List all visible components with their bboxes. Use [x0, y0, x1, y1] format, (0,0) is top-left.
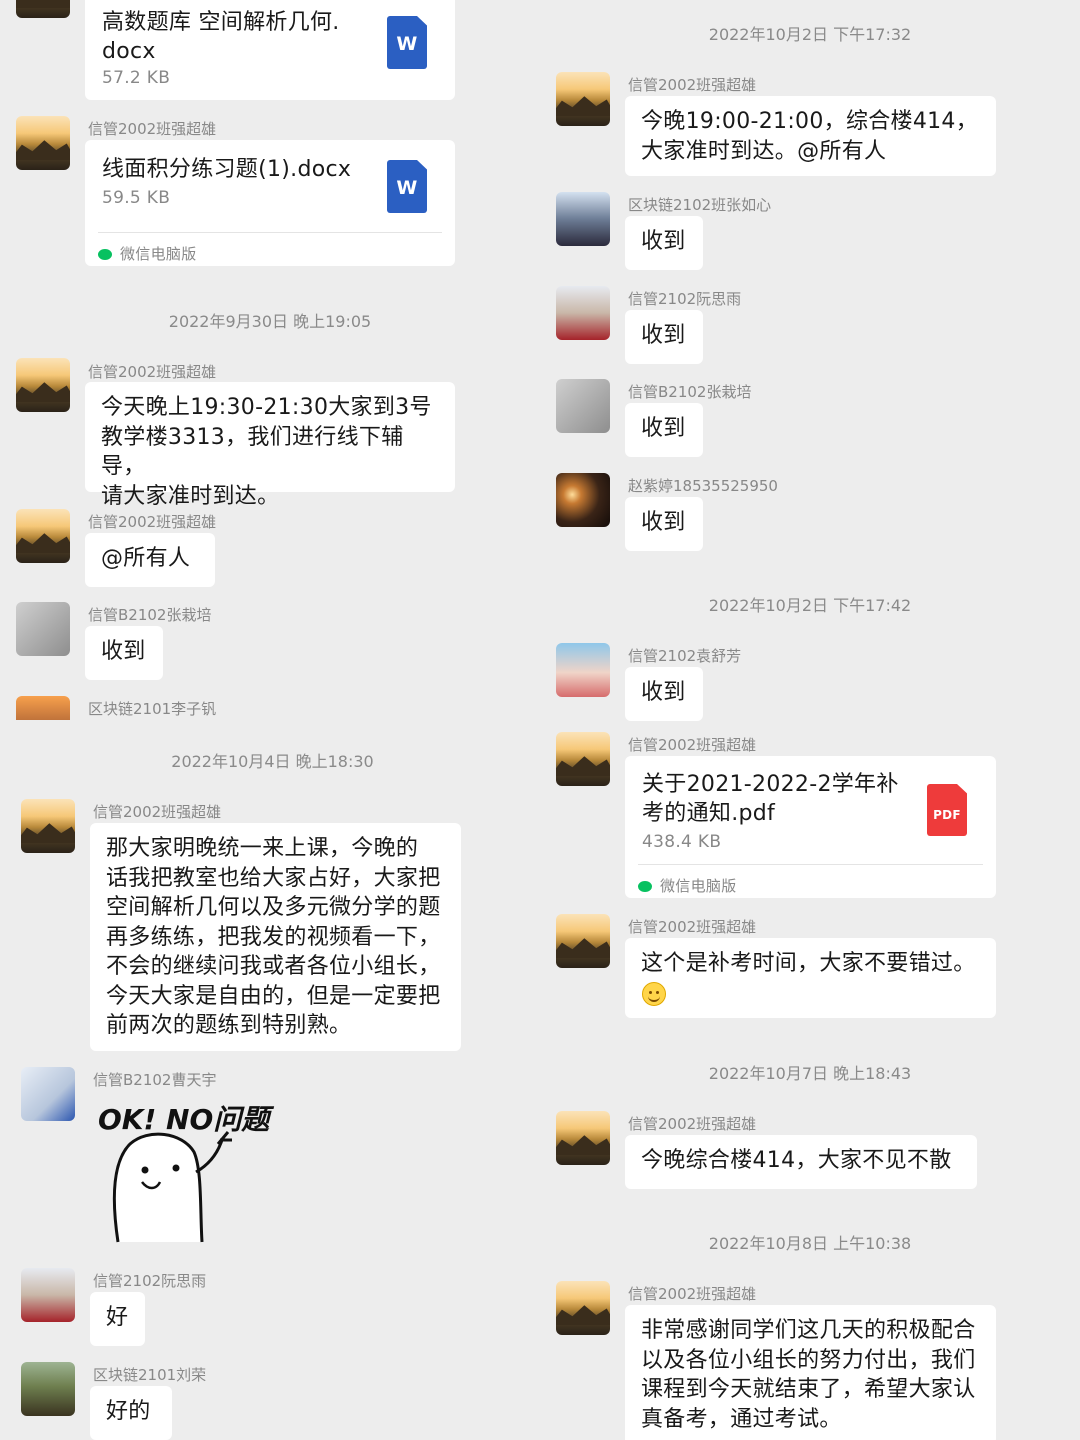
- file-source: 微信电脑版: [638, 872, 737, 902]
- sender-name: 信管B2102张栽培: [628, 383, 752, 401]
- avatar[interactable]: [556, 286, 610, 340]
- sender-name: 信管2002班强超雄: [628, 76, 757, 94]
- avatar[interactable]: [16, 0, 70, 18]
- text-message[interactable]: 非常感谢同学们这几天的积极配合 以及各位小组长的努力付出，我们 课程到今天就结束…: [625, 1305, 996, 1440]
- avatar[interactable]: [556, 732, 610, 786]
- sticker-text: OK! NO问题: [98, 1103, 270, 1136]
- sender-name: 信管B2102曹天宇: [93, 1071, 217, 1089]
- avatar[interactable]: [556, 473, 610, 527]
- text-message[interactable]: 收到: [625, 403, 703, 457]
- smile-emoji-icon: [642, 982, 666, 1006]
- sender-name: 区块链2102班张如心: [628, 196, 772, 214]
- sender-name: 区块链2101刘荣: [93, 1366, 207, 1384]
- sender-name: 赵紫婷18535525950: [628, 477, 778, 495]
- divider: [638, 864, 983, 865]
- sticker[interactable]: OK! NO问题: [90, 1092, 269, 1252]
- sender-name: 信管2002班强超雄: [628, 1115, 757, 1133]
- avatar[interactable]: [556, 1111, 610, 1165]
- file-name: 线面积分练习题(1).docx: [102, 157, 352, 182]
- text-message[interactable]: 这个是补考时间，大家不要错过。: [625, 938, 996, 1018]
- chat-panel-right: 2022年10月2日 下午17:32 信管2002班强超雄 今晚19:00-21…: [540, 0, 1080, 1440]
- text-message[interactable]: 今晚综合楼414，大家不见不散: [625, 1135, 977, 1189]
- avatar[interactable]: [21, 1067, 75, 1121]
- avatar[interactable]: [16, 602, 70, 656]
- sender-name: 信管2002班强超雄: [88, 363, 217, 381]
- avatar[interactable]: [21, 1362, 75, 1416]
- wechat-icon: [98, 249, 112, 260]
- sender-name: 信管2002班强超雄: [93, 803, 222, 821]
- file-size: 59.5 KB: [102, 188, 171, 208]
- pdf-file-icon: PDF: [927, 784, 967, 836]
- chat-panel-bottom-left: 2022年10月4日 晚上18:30 信管2002班强超雄 那大家明晚统一来上课…: [5, 720, 540, 1440]
- divider: [98, 232, 442, 233]
- timestamp: 2022年9月30日 晚上19:05: [168, 312, 372, 331]
- avatar[interactable]: [16, 116, 70, 170]
- avatar[interactable]: [16, 358, 70, 412]
- text-message[interactable]: 好: [90, 1292, 145, 1346]
- sender-name: 信管2002班强超雄: [628, 736, 757, 754]
- avatar[interactable]: [556, 192, 610, 246]
- avatar[interactable]: [16, 509, 70, 563]
- text-message[interactable]: 收到: [625, 216, 703, 270]
- file-source: 微信电脑版: [98, 240, 197, 270]
- sender-name: 信管B2102张栽培: [88, 606, 212, 624]
- avatar[interactable]: [556, 643, 610, 697]
- text-message[interactable]: 收到: [625, 310, 703, 364]
- word-file-icon: W: [387, 160, 427, 213]
- chat-panel-top-left: 高数题库 空间解析几何. docx 57.2 KB W 信管2002班强超雄 线…: [0, 0, 540, 720]
- sender-name: 区块链2101李子钒: [88, 700, 217, 718]
- text-message[interactable]: 好的: [90, 1386, 172, 1440]
- sender-name: 信管2102袁舒芳: [628, 647, 742, 665]
- sender-name: 信管2102阮思雨: [93, 1272, 207, 1290]
- sender-name: 信管2002班强超雄: [628, 918, 757, 936]
- sender-name: 信管2002班强超雄: [628, 1285, 757, 1303]
- file-message[interactable]: 高数题库 空间解析几何. docx 57.2 KB W: [85, 0, 455, 100]
- avatar[interactable]: [556, 72, 610, 126]
- file-size: 57.2 KB: [102, 68, 171, 88]
- file-name: 高数题库 空间解析几何. docx: [102, 10, 340, 64]
- text-message[interactable]: 收到: [625, 497, 703, 551]
- file-size: 438.4 KB: [642, 832, 722, 852]
- sender-name: 信管2002班强超雄: [88, 120, 217, 138]
- timestamp: 2022年10月7日 晚上18:43: [708, 1064, 912, 1083]
- text-message[interactable]: 收到: [625, 667, 703, 721]
- text-message[interactable]: 今晚19:00-21:00，综合楼414， 大家准时到达。@所有人: [625, 96, 996, 176]
- wechat-icon: [638, 881, 652, 892]
- file-message[interactable]: 关于2021-2022-2学年补 考的通知.pdf 438.4 KB PDF 微…: [625, 756, 996, 898]
- word-file-icon: W: [387, 16, 427, 69]
- avatar[interactable]: [21, 799, 75, 853]
- file-message[interactable]: 线面积分练习题(1).docx 59.5 KB W 微信电脑版: [85, 140, 455, 266]
- avatar[interactable]: [556, 914, 610, 968]
- timestamp: 2022年10月2日 下午17:32: [708, 25, 912, 44]
- timestamp: 2022年10月4日 晚上18:30: [171, 752, 374, 771]
- avatar[interactable]: [16, 696, 70, 720]
- file-name: 关于2021-2022-2学年补 考的通知.pdf: [642, 772, 899, 826]
- timestamp: 2022年10月2日 下午17:42: [708, 596, 912, 615]
- text-message[interactable]: @所有人: [85, 533, 215, 587]
- text-message[interactable]: 那大家明晚统一来上课，今晚的 话我把教室也给大家占好，大家把 空间解析几何以及多…: [90, 823, 461, 1051]
- sender-name: 信管2102阮思雨: [628, 290, 742, 308]
- text-message[interactable]: 收到: [85, 626, 163, 680]
- avatar[interactable]: [556, 1281, 610, 1335]
- text-message[interactable]: 今天晚上19:30-21:30大家到3号 教学楼3313，我们进行线下辅导， 请…: [85, 382, 455, 509]
- avatar[interactable]: [556, 379, 610, 433]
- timestamp: 2022年10月8日 上午10:38: [708, 1234, 912, 1253]
- avatar[interactable]: [21, 1268, 75, 1322]
- sender-name: 信管2002班强超雄: [88, 513, 217, 531]
